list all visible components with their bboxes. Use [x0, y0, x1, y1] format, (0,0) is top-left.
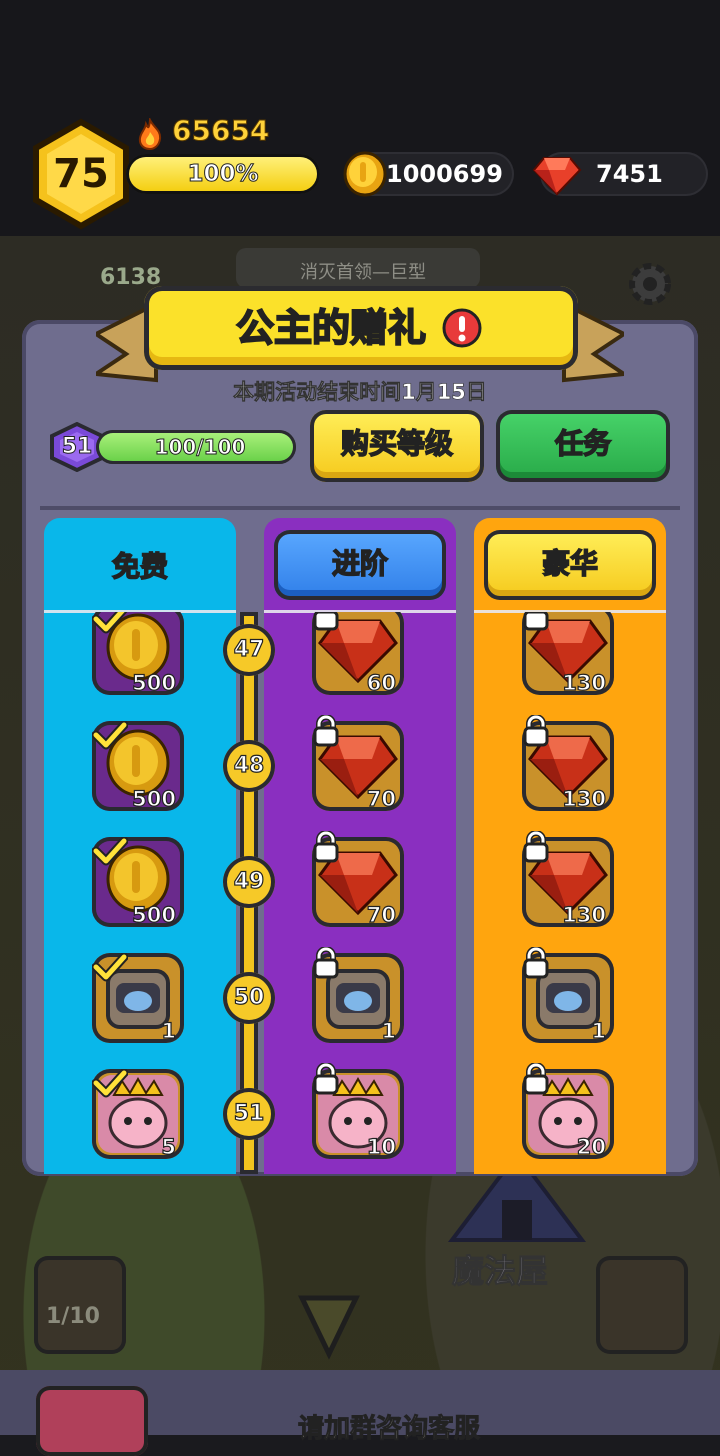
lock-icon	[523, 947, 549, 979]
free-reward-item[interactable]: 500	[92, 721, 184, 812]
event-end-time: 本期活动结束时间1月15日	[233, 380, 487, 405]
pass-progress-text: 100/100	[154, 435, 246, 460]
alert-icon[interactable]	[442, 308, 482, 348]
reward-quantity: 130	[562, 902, 607, 927]
claimed-check-icon	[92, 612, 128, 634]
advanced-reward-item[interactable]: 60	[312, 612, 404, 696]
tab-free[interactable]: 免费	[44, 540, 236, 594]
reward-quantity: 500	[132, 902, 177, 927]
magic-house-label: 魔法屋	[451, 1252, 549, 1291]
advanced-reward-item[interactable]: 10	[312, 1063, 404, 1160]
reward-quantity: 500	[132, 670, 177, 695]
coin-icon	[343, 151, 387, 197]
level-node: 50	[223, 972, 275, 1024]
arrow-down-icon	[298, 1295, 360, 1360]
fire-icon	[138, 118, 162, 150]
lock-icon	[523, 715, 549, 747]
reward-quantity: 130	[562, 786, 607, 811]
customer-service-text: 请加群咨询客服	[297, 1414, 481, 1445]
dialog-title: 公主的赠礼	[235, 305, 427, 351]
free-reward-item[interactable]: 1	[92, 953, 184, 1044]
lock-icon	[313, 612, 339, 631]
background-quest-text: 消灭首领—巨型	[300, 262, 426, 283]
reward-quantity: 1	[161, 1018, 177, 1043]
advanced-reward-item[interactable]: 1	[312, 947, 404, 1044]
reward-quantity: 60	[366, 670, 396, 695]
combat-power: 65654	[171, 114, 270, 148]
pass-level: 51	[61, 434, 93, 460]
reward-row: 1 1 1 50	[44, 947, 666, 1069]
luxury-reward-item[interactable]: 130	[522, 831, 614, 928]
advanced-reward-item[interactable]: 70	[312, 715, 404, 812]
reward-quantity: 1	[591, 1018, 607, 1043]
gem-amount: 7451	[596, 160, 663, 188]
reward-quantity: 10	[366, 1134, 396, 1159]
luxury-reward-item[interactable]: 1	[522, 947, 614, 1044]
claimed-check-icon	[92, 837, 128, 866]
level-node: 51	[223, 1088, 275, 1140]
reward-quantity: 1	[381, 1018, 397, 1043]
gem-icon	[532, 157, 582, 196]
free-reward-item[interactable]: 5	[92, 1069, 184, 1160]
player-level: 75	[53, 151, 109, 197]
tab-advanced[interactable]: 进阶	[274, 530, 446, 600]
lock-icon	[523, 1063, 549, 1095]
lock-icon	[313, 947, 339, 979]
lock-icon	[313, 715, 339, 747]
claimed-check-icon	[92, 953, 128, 982]
free-reward-item[interactable]: 500	[92, 612, 184, 696]
free-reward-item[interactable]: 500	[92, 837, 184, 928]
coin-amount: 1000699	[386, 160, 503, 188]
buy-level-button[interactable]: 购买等级	[310, 410, 484, 482]
lock-icon	[313, 1063, 339, 1095]
reward-quantity: 5	[161, 1134, 177, 1159]
advanced-reward-item[interactable]: 70	[312, 831, 404, 928]
luxury-reward-item[interactable]: 20	[522, 1063, 614, 1160]
background-mushroom-count: 1/10	[46, 1304, 100, 1329]
task-button[interactable]: 任务	[496, 410, 670, 482]
reward-quantity: 70	[366, 902, 396, 927]
reward-quantity: 70	[366, 786, 396, 811]
luxury-reward-item[interactable]: 130	[522, 715, 614, 812]
level-node: 47	[223, 624, 275, 676]
back-button[interactable]	[36, 1386, 148, 1456]
tab-luxury[interactable]: 豪华	[484, 530, 656, 600]
claimed-check-icon	[92, 1069, 128, 1098]
divider	[40, 506, 680, 510]
reward-row: 500 60 130 47	[44, 612, 666, 721]
gear-icon	[629, 263, 671, 305]
reward-quantity: 500	[132, 786, 177, 811]
level-node: 48	[223, 740, 275, 792]
background-tool-slot	[596, 1256, 688, 1354]
exp-percent: 100%	[187, 161, 259, 188]
lock-icon	[313, 831, 339, 863]
reward-list[interactable]: 500 60 130 47 500 70 130 48 500 70 130 4…	[44, 612, 666, 1174]
reward-row: 500 70 130 48	[44, 715, 666, 837]
level-node: 49	[223, 856, 275, 908]
lock-icon	[523, 831, 549, 863]
luxury-reward-item[interactable]: 130	[522, 612, 614, 696]
reward-quantity: 20	[576, 1134, 606, 1159]
background-meat-count: 6138	[100, 265, 162, 290]
claimed-check-icon	[92, 721, 128, 750]
lock-icon	[523, 612, 549, 631]
reward-quantity: 130	[562, 670, 607, 695]
reward-row: 5 10 20 51	[44, 1063, 666, 1174]
reward-row: 500 70 130 49	[44, 831, 666, 953]
